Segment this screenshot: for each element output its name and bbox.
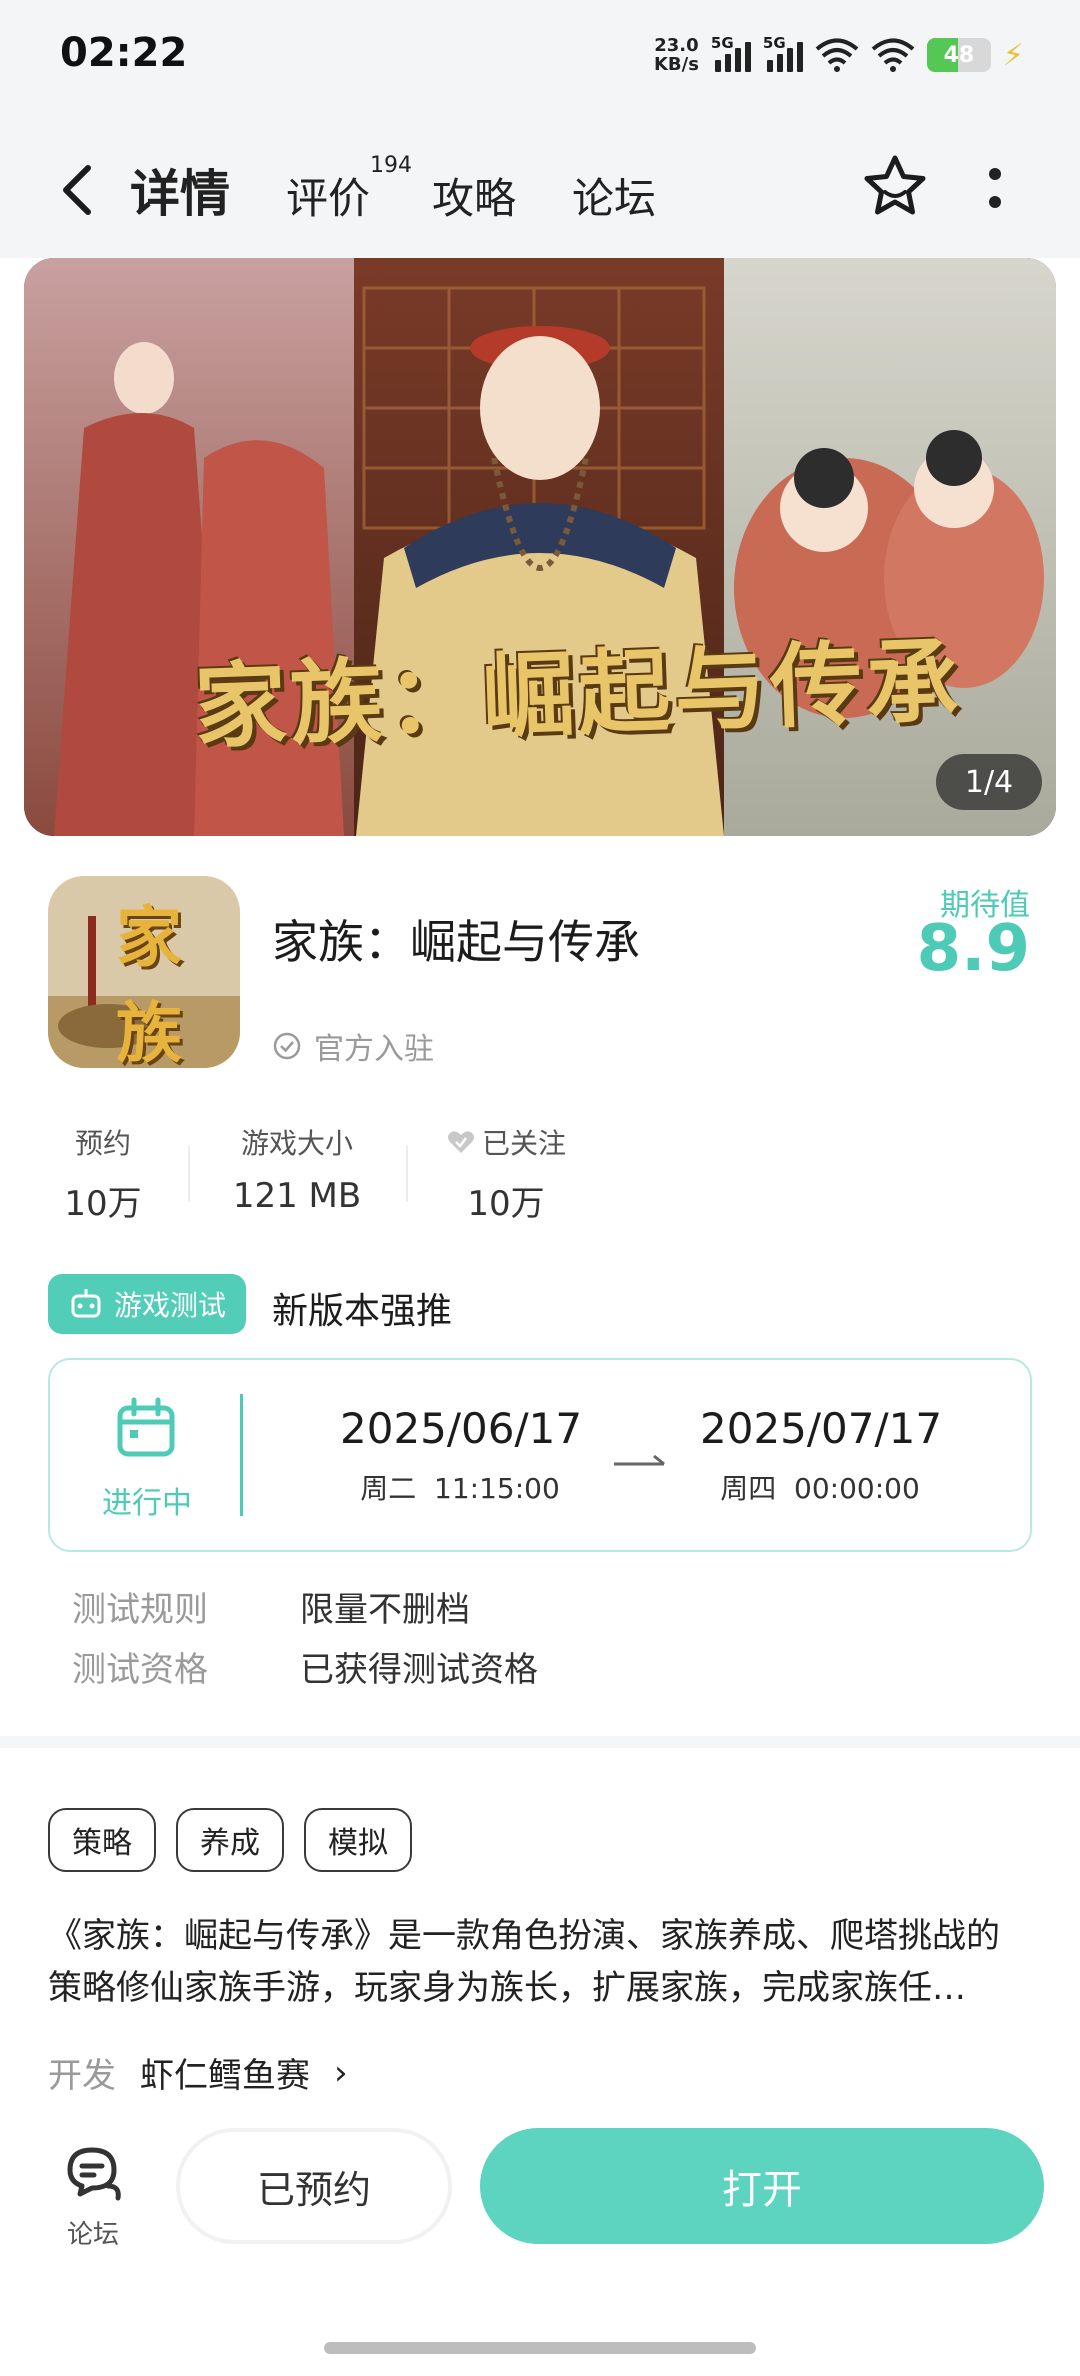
banner-page-counter: 1/4 [936,754,1042,810]
heart-check-icon [447,1131,474,1153]
stat-game-size: 游戏大小 121 MB [188,1122,406,1216]
tab-reviews[interactable]: 评价 194 [286,153,412,226]
test-schedule-card: 进行中 2025/06/17 周二 11:15:00 2025/07/17 周四… [48,1358,1032,1552]
chevron-right-icon: › [334,2052,348,2093]
calendar-icon [117,1397,175,1457]
developer-row[interactable]: 开发 虾仁鳕鱼赛 › [48,2048,348,2097]
status-bar: 02:22 23.0 KB/s 5G 5G 48 ⚡ [0,0,1080,118]
tab-bar: 详情 评价 194 攻略 论坛 [124,153,656,226]
network-speed: 23.0 KB/s [653,35,699,75]
end-date-block: 2025/07/17 周四 00:00:00 [700,1404,943,1505]
app-icon-text: 家族 [116,898,182,1068]
signal-icon: 5G [711,34,751,72]
game-description[interactable]: 《家族：崛起与传承》是一款角色扮演、家族养成、爬塔挑战的策略修仙家族手游，玩家身… [48,1910,1028,2014]
check-circle-icon [273,1032,301,1060]
tag-list: 策略 养成 模拟 [48,1808,412,1872]
bottom-action-bar: 论坛 已预约 打开 [0,2108,1080,2376]
tag-cultivation[interactable]: 养成 [176,1808,284,1872]
arrow-right-icon [614,1454,665,1466]
test-status: 进行中 [102,1486,192,1521]
banner-title-art: 家族：崛起与传承 [192,626,964,762]
forum-chat-icon [67,2147,121,2201]
expect-score: 8.9 [916,912,1030,986]
forum-button[interactable]: 论坛 [58,2142,128,2251]
battery-icon: 48 [926,38,991,72]
test-robot-icon [71,1289,101,1318]
review-count: 194 [370,153,413,178]
tag-simulation[interactable]: 模拟 [304,1808,412,1872]
game-test-badge: 游戏测试 [48,1274,247,1334]
stat-reservations: 预约 10万 [64,1127,142,1224]
tab-forum[interactable]: 论坛 [572,165,656,226]
banner-carousel[interactable]: 家族：崛起与传承 1/4 [24,258,1056,836]
open-button[interactable]: 打开 [480,2128,1044,2244]
status-icons: 23.0 KB/s 5G 5G 48 ⚡ [653,34,1024,75]
section-divider [0,1736,1080,1748]
test-rule-row: 测试规则 限量不删档 [72,1590,470,1630]
app-name: 家族：崛起与传承 [272,915,640,969]
app-icon: 家族 [48,876,240,1068]
charging-icon: ⚡ [1002,37,1024,73]
favorite-star-icon[interactable] [860,152,930,222]
official-badge: 官方入驻 [272,1024,434,1068]
tab-details[interactable]: 详情 [124,154,236,226]
tab-guides[interactable]: 攻略 [432,165,516,226]
reserved-button[interactable]: 已预约 [176,2128,452,2244]
back-icon[interactable] [54,160,104,220]
card-divider [240,1394,243,1516]
wifi-icon [815,38,859,72]
stat-followers[interactable]: 已关注 10万 [406,1122,606,1225]
signal-icon: 5G [763,34,803,72]
top-nav: 详情 评价 194 攻略 论坛 [0,118,1080,258]
test-eligibility-row: 测试资格 已获得测试资格 [72,1650,538,1690]
stats-row: 预约 10万 游戏大小 121 MB 已关注 10万 [48,1122,606,1225]
home-indicator[interactable] [324,2342,756,2354]
status-time: 02:22 [60,30,188,76]
tag-strategy[interactable]: 策略 [48,1808,156,1872]
test-headline: 新版本强推 [272,1291,453,1332]
wifi-icon [871,38,915,72]
start-date-block: 2025/06/17 周二 11:15:00 [340,1404,583,1505]
more-options-icon[interactable] [978,158,1012,218]
